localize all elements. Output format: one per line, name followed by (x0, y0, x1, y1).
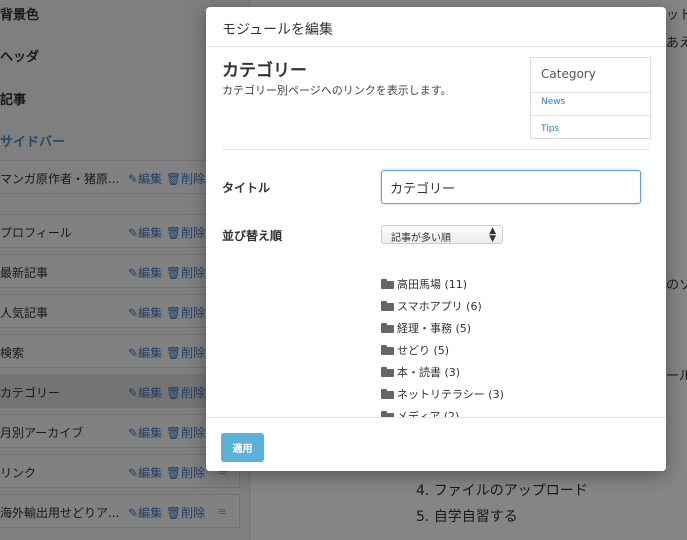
sort-order-label: 並び替え順 (222, 229, 283, 243)
section-divider (222, 149, 650, 150)
category-label: 本・読書 (3) (397, 366, 461, 379)
preview-divider (531, 92, 650, 93)
title-label: タイトル (222, 181, 271, 195)
module-description: カテゴリー別ページへのリンクを表示します。 (222, 84, 452, 97)
module-preview: Category News Tips (530, 57, 651, 139)
title-input[interactable] (381, 170, 641, 204)
module-title: カテゴリー (222, 61, 307, 81)
updown-arrow-icon: ▲ ▼ (489, 226, 496, 244)
folder-icon (381, 301, 394, 311)
category-label: ネットリテラシー (3) (397, 388, 504, 401)
dialog-footer: 適用 (206, 417, 666, 471)
preview-link-news[interactable]: News (541, 97, 565, 107)
edit-module-dialog: モジュールを編集 カテゴリー カテゴリー別ページへのリンクを表示します。 Cat… (206, 7, 666, 471)
category-label: スマホアプリ (6) (397, 300, 482, 313)
preview-link-tips[interactable]: Tips (541, 124, 559, 134)
folder-icon (381, 367, 394, 377)
category-label: せどり (5) (397, 344, 450, 357)
folder-icon (381, 345, 394, 355)
preview-title: Category (541, 67, 596, 81)
preview-divider (531, 115, 650, 116)
dialog-title: モジュールを編集 (222, 22, 334, 38)
folder-icon (381, 389, 394, 399)
category-label: 高田馬場 (11) (397, 278, 468, 291)
category-label: 経理・事務 (5) (397, 322, 472, 335)
sort-order-select[interactable]: 記事が多い順 ▲ ▼ (381, 225, 503, 244)
folder-icon (381, 323, 394, 333)
apply-button[interactable]: 適用 (221, 433, 264, 462)
folder-icon (381, 279, 394, 289)
sort-order-value: 記事が多い順 (391, 233, 451, 244)
category-label: メディア (2) (397, 410, 460, 417)
dialog-body[interactable]: カテゴリー カテゴリー別ページへのリンクを表示します。 Category New… (206, 47, 666, 417)
dialog-header: モジュールを編集 (206, 7, 666, 47)
